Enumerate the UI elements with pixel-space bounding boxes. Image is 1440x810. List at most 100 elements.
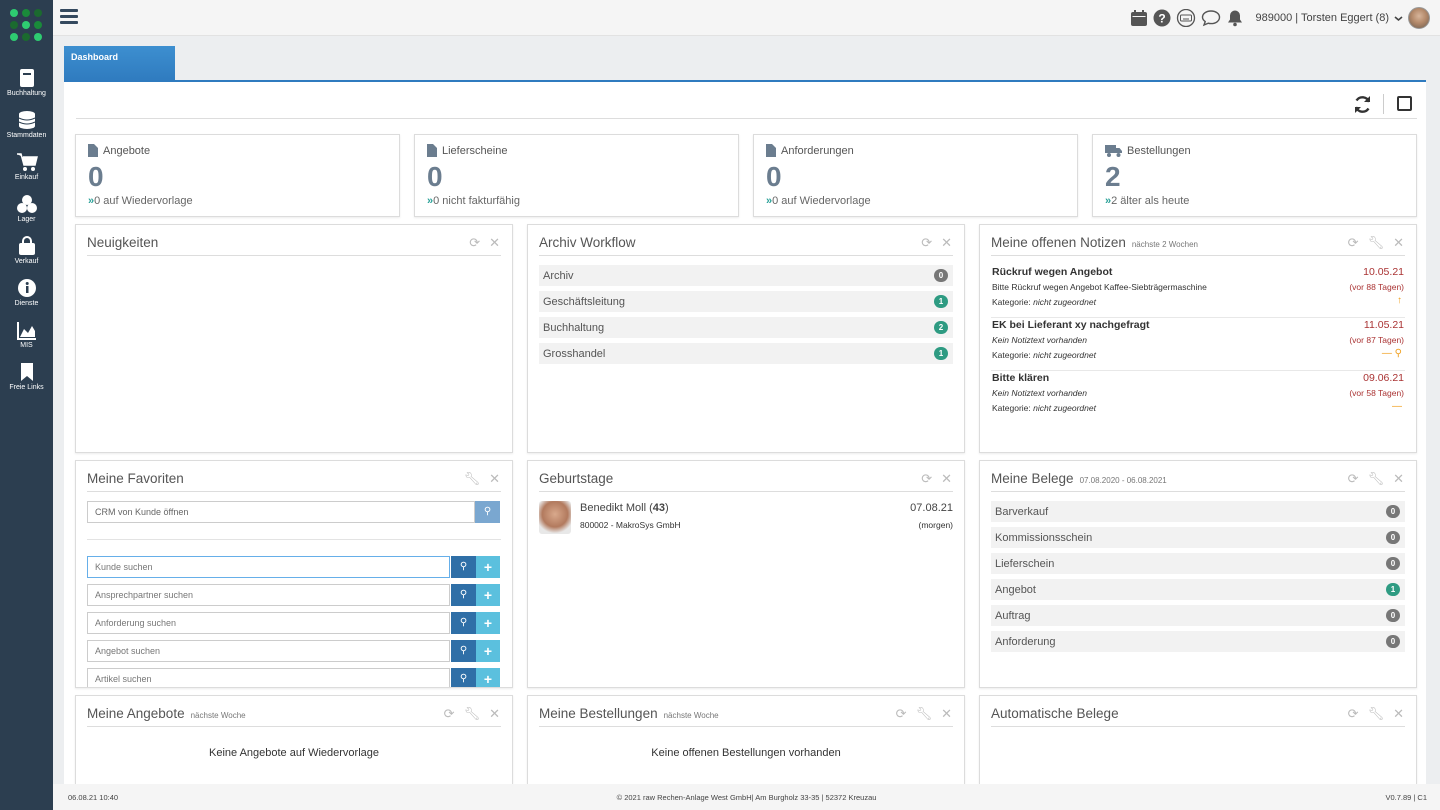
crm-search-button[interactable]: ⚲: [475, 501, 500, 523]
note-category-value: nicht zugeordnet: [1033, 350, 1096, 360]
refresh-icon[interactable]: ⟳: [1348, 471, 1359, 487]
refresh-icon[interactable]: [1352, 94, 1373, 118]
anforderung-search-button[interactable]: ⚲: [451, 612, 476, 634]
angebot-search-input[interactable]: Angebot suchen: [87, 640, 450, 662]
wrench-icon[interactable]: 🔧︎: [1368, 235, 1385, 251]
panel-title: Meine offenen Notizen: [991, 235, 1126, 250]
stat-subtitle[interactable]: »0 auf Wiedervorlage: [88, 195, 193, 207]
note-item[interactable]: EK bei Lieferant xy nachgefragt 11.05.21…: [991, 318, 1405, 371]
truck-icon: [1105, 145, 1122, 157]
stat-subtitle-text: 2 älter als heute: [1111, 195, 1190, 207]
crm-input[interactable]: CRM von Kunde öffnen: [87, 501, 475, 523]
user-name[interactable]: 989000 | Torsten Eggert (8): [1255, 12, 1389, 24]
close-icon[interactable]: ✕: [489, 471, 500, 487]
wrench-icon[interactable]: 🔧︎: [464, 471, 481, 487]
top-bar-actions: ? 989000 | Torsten Eggert (8): [1130, 6, 1430, 30]
artikel-add-button[interactable]: +: [476, 668, 500, 687]
note-title: EK bei Lieferant xy nachgefragt: [992, 319, 1150, 331]
refresh-icon[interactable]: ⟳: [921, 471, 932, 487]
sidebar-item-stammdaten[interactable]: Stammdaten: [0, 110, 53, 139]
stat-card-anforderungen[interactable]: Anforderungen 0 »0 auf Wiedervorlage: [753, 134, 1078, 217]
sidebar-item-lager[interactable]: Lager: [0, 194, 53, 223]
panel-header: Automatische Belege: [991, 706, 1405, 727]
wrench-icon[interactable]: 🔧︎: [1368, 471, 1385, 487]
top-bar: ? 989000 | Torsten Eggert (8): [53, 0, 1440, 36]
kunde-search-button[interactable]: ⚲: [451, 556, 476, 578]
refresh-icon[interactable]: ⟳: [469, 235, 480, 251]
sidebar-item-mis[interactable]: MIS: [0, 320, 53, 349]
list-item[interactable]: Archiv 0: [539, 265, 953, 286]
close-icon[interactable]: ✕: [1393, 235, 1404, 251]
list-item[interactable]: Auftrag 0: [991, 605, 1405, 626]
list-item[interactable]: Geschäftsleitung 1: [539, 291, 953, 312]
help-icon[interactable]: ?: [1153, 9, 1171, 27]
app-logo[interactable]: [10, 9, 42, 41]
artikel-search-input[interactable]: Artikel suchen: [87, 668, 450, 687]
close-icon[interactable]: ✕: [1393, 471, 1404, 487]
stat-subtitle[interactable]: »2 älter als heute: [1105, 195, 1189, 207]
artikel-search-button[interactable]: ⚲: [451, 668, 476, 687]
bell-icon[interactable]: [1226, 9, 1244, 27]
kunde-add-button[interactable]: +: [476, 556, 500, 578]
wrench-icon[interactable]: 🔧︎: [916, 706, 933, 722]
list-item[interactable]: Buchhaltung 2: [539, 317, 953, 338]
ansprechpartner-search-button[interactable]: ⚲: [451, 584, 476, 606]
birthday-date: 07.08.21: [910, 502, 953, 514]
note-category-value: nicht zugeordnet: [1033, 297, 1096, 307]
tab-dashboard[interactable]: Dashboard: [64, 46, 175, 81]
list-item[interactable]: Kommissionsschein 0: [991, 527, 1405, 548]
stat-card-bestellungen[interactable]: Bestellungen 2 »2 älter als heute: [1092, 134, 1417, 217]
list-item[interactable]: Angebot 1: [991, 579, 1405, 600]
close-icon[interactable]: ✕: [941, 235, 952, 251]
wrench-icon[interactable]: 🔧︎: [464, 706, 481, 722]
close-icon[interactable]: ✕: [489, 235, 500, 251]
refresh-icon[interactable]: ⟳: [1348, 235, 1359, 251]
list-item[interactable]: Lieferschein 0: [991, 553, 1405, 574]
refresh-icon[interactable]: ⟳: [921, 235, 932, 251]
calendar-icon[interactable]: [1130, 9, 1148, 27]
divider: [87, 539, 501, 540]
note-item[interactable]: Bitte klären 09.06.21 Kein Notiztext vor…: [991, 371, 1405, 424]
sidebar-item-verkauf[interactable]: Verkauf: [0, 236, 53, 265]
close-icon[interactable]: ✕: [941, 471, 952, 487]
stat-card-lieferscheine[interactable]: Lieferscheine 0 »0 nicht fakturfähig: [414, 134, 739, 217]
birthday-name[interactable]: Benedikt Moll (43): [580, 502, 669, 514]
sidebar-item-einkauf[interactable]: Einkauf: [0, 152, 53, 181]
menu-toggle-icon[interactable]: [60, 9, 78, 25]
panel-subtitle: 07.08.2020 - 06.08.2021: [1079, 476, 1167, 485]
close-icon[interactable]: ✕: [489, 706, 500, 722]
refresh-icon[interactable]: ⟳: [1348, 706, 1359, 722]
note-item[interactable]: Rückruf wegen Angebot 10.05.21 Bitte Rüc…: [991, 265, 1405, 318]
refresh-icon[interactable]: ⟳: [896, 706, 907, 722]
close-icon[interactable]: ✕: [1393, 706, 1404, 722]
list-item[interactable]: Anforderung 0: [991, 631, 1405, 652]
stat-title-text: Lieferscheine: [442, 144, 508, 157]
user-avatar[interactable]: [1408, 7, 1430, 29]
anforderung-add-button[interactable]: +: [476, 612, 500, 634]
wrench-icon[interactable]: 🔧︎: [1368, 706, 1385, 722]
refresh-icon[interactable]: ⟳: [444, 706, 455, 722]
ansprechpartner-search-input[interactable]: Ansprechpartner suchen: [87, 584, 450, 606]
empty-message: Keine offenen Bestellungen vorhanden: [651, 747, 841, 759]
chat-icon[interactable]: [1201, 9, 1221, 27]
sidebar-item-buchhaltung[interactable]: Buchhaltung: [0, 68, 53, 97]
list-item[interactable]: Barverkauf 0: [991, 501, 1405, 522]
maximize-icon[interactable]: [1397, 96, 1412, 111]
sidebar-item-freie-links[interactable]: Freie Links: [0, 362, 53, 391]
panel-header: Meine Angebote nächste Woche: [87, 706, 501, 727]
count-badge: 0: [934, 269, 948, 282]
sidebar-item-dienste[interactable]: Dienste: [0, 278, 53, 307]
stat-subtitle[interactable]: »0 nicht fakturfähig: [427, 195, 520, 207]
keyboard-icon[interactable]: [1176, 9, 1196, 27]
angebot-add-button[interactable]: +: [476, 640, 500, 662]
priority-up-icon: ↑: [1397, 295, 1402, 306]
anforderung-search-input[interactable]: Anforderung suchen: [87, 612, 450, 634]
kunde-search-input[interactable]: Kunde suchen: [87, 556, 450, 578]
angebot-search-button[interactable]: ⚲: [451, 640, 476, 662]
list-item[interactable]: Grosshandel 1: [539, 343, 953, 364]
stat-card-angebote[interactable]: Angebote 0 »0 auf Wiedervorlage: [75, 134, 400, 217]
close-icon[interactable]: ✕: [941, 706, 952, 722]
stat-subtitle[interactable]: »0 auf Wiedervorlage: [766, 195, 871, 207]
chevron-down-icon[interactable]: [1394, 14, 1403, 23]
ansprechpartner-add-button[interactable]: +: [476, 584, 500, 606]
